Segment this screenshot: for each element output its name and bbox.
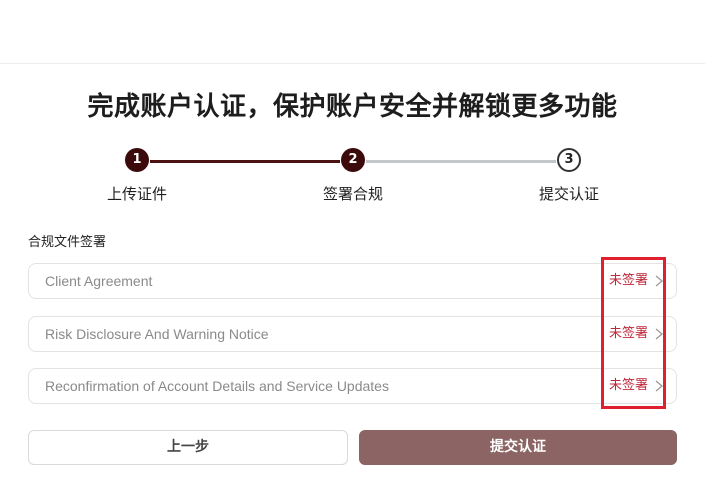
top-bar: [0, 0, 705, 64]
step-2-indicator: 2: [341, 148, 365, 172]
document-name: Client Agreement: [45, 273, 153, 289]
step-2-label: 签署合规: [322, 185, 383, 203]
chevron-right-icon: [655, 328, 664, 340]
step-3-indicator: 3: [557, 148, 581, 172]
submit-verification-button[interactable]: 提交认证: [359, 430, 677, 465]
previous-step-button[interactable]: 上一步: [28, 430, 348, 465]
document-name: Reconfirmation of Account Details and Se…: [45, 378, 389, 394]
step-connector-2-3: [366, 160, 556, 163]
chevron-right-icon: [655, 275, 664, 287]
page-title: 完成账户认证，保护账户安全并解锁更多功能: [87, 92, 618, 122]
document-row-client-agreement[interactable]: Client Agreement 未签署: [28, 263, 677, 299]
document-status: 未签署: [608, 326, 648, 341]
step-3-label: 提交认证: [538, 185, 599, 203]
document-row-risk-disclosure[interactable]: Risk Disclosure And Warning Notice 未签署: [28, 316, 677, 352]
section-title: 合规文件签署: [28, 235, 107, 250]
document-name: Risk Disclosure And Warning Notice: [45, 326, 269, 342]
step-connector-1-2: [150, 160, 340, 163]
document-status: 未签署: [608, 378, 648, 393]
step-1-indicator: 1: [125, 148, 149, 172]
document-row-reconfirmation[interactable]: Reconfirmation of Account Details and Se…: [28, 368, 677, 404]
step-1-label: 上传证件: [106, 185, 167, 203]
chevron-right-icon: [655, 380, 664, 392]
document-status: 未签署: [608, 273, 648, 288]
